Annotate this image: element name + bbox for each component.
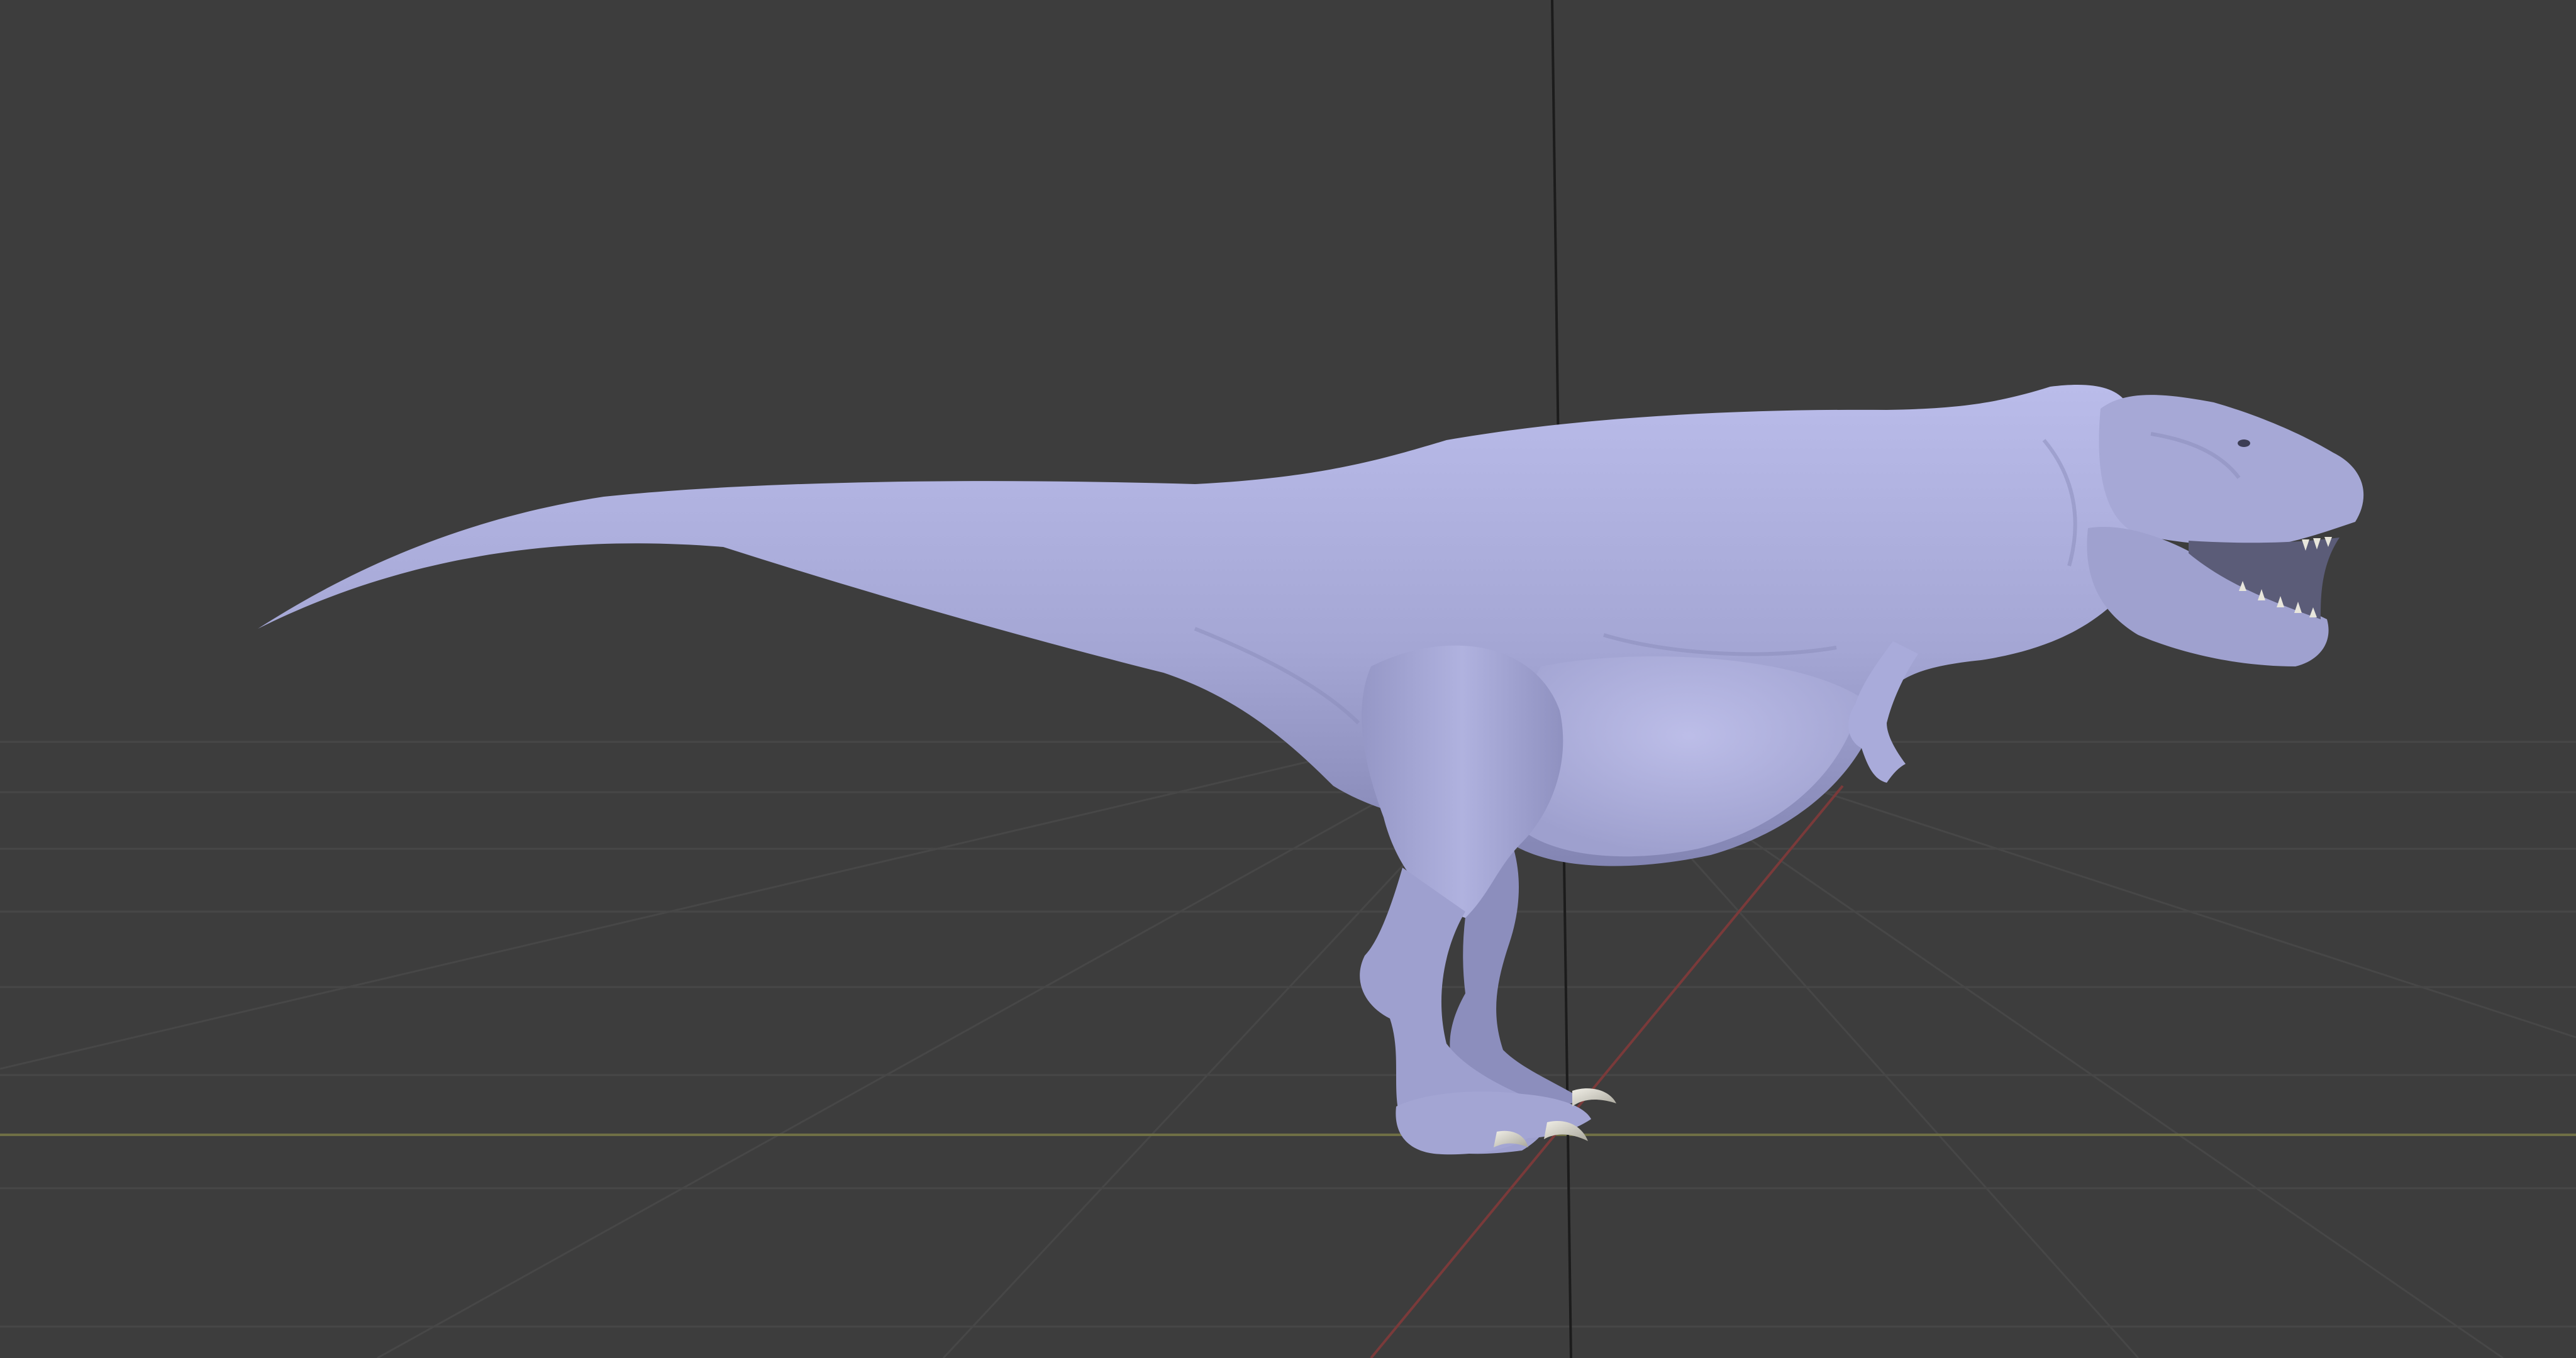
trex-eye <box>2238 439 2250 447</box>
trex-model[interactable] <box>258 385 2364 1155</box>
trex-claw <box>1572 1088 1616 1107</box>
trex-body <box>258 385 2145 866</box>
viewport-scene[interactable] <box>0 0 2576 1358</box>
3d-viewport[interactable] <box>0 0 2576 1358</box>
viewport-grid <box>0 703 2576 1358</box>
